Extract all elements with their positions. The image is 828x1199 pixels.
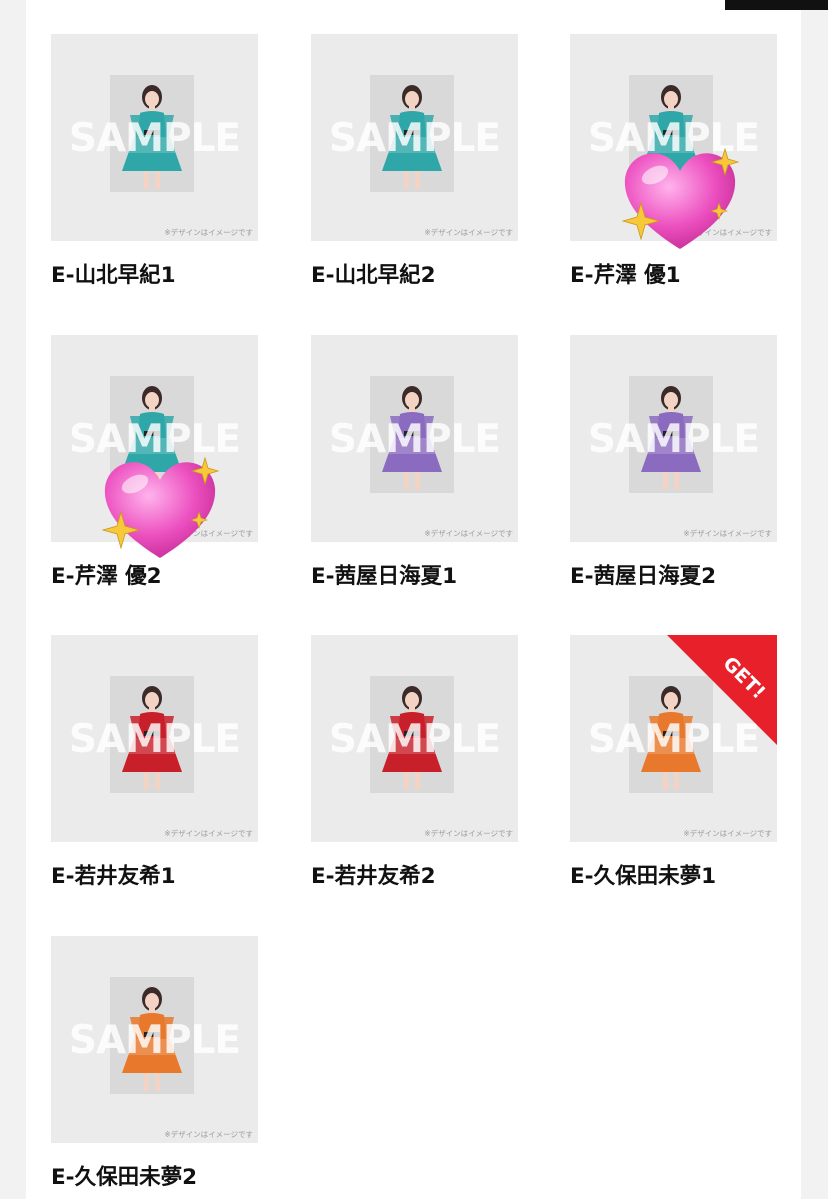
sample-watermark: SAMPLE	[68, 717, 241, 762]
item-label[interactable]: E-山北早紀1	[51, 258, 176, 289]
item-card[interactable]: SAMPLE ※デザインはイメージです GET! E-久保田未夢1	[570, 635, 777, 889]
item-label[interactable]: E-若井友希2	[311, 859, 436, 890]
item-card[interactable]: SAMPLE ※デザインはイメージです E-芹澤 優2	[51, 335, 258, 589]
item-label[interactable]: E-久保田未夢1	[570, 859, 716, 890]
sample-watermark: SAMPLE	[328, 417, 501, 462]
sample-watermark: SAMPLE	[328, 116, 501, 161]
design-note: ※デザインはイメージです	[164, 829, 253, 838]
design-note: ※デザインはイメージです	[164, 1130, 253, 1139]
design-note: ※デザインはイメージです	[424, 529, 513, 538]
get-badge: GET!	[667, 635, 777, 745]
item-label[interactable]: E-若井友希1	[51, 859, 176, 890]
top-bar-tab[interactable]	[725, 0, 828, 10]
item-label[interactable]: E-山北早紀2	[311, 258, 436, 289]
design-note: ※デザインはイメージです	[683, 529, 772, 538]
design-note: ※デザインはイメージです	[424, 228, 513, 237]
design-note: ※デザインはイメージです	[424, 829, 513, 838]
item-label[interactable]: E-茜屋日海夏1	[311, 559, 457, 590]
item-thumbnail[interactable]: SAMPLE ※デザインはイメージです	[311, 335, 518, 542]
item-card[interactable]: SAMPLE ※デザインはイメージです E-若井友希1	[51, 635, 258, 889]
item-thumbnail[interactable]: SAMPLE ※デザインはイメージです	[51, 34, 258, 241]
item-card[interactable]: SAMPLE ※デザインはイメージです E-山北早紀2	[311, 34, 518, 288]
item-thumbnail[interactable]: SAMPLE ※デザインはイメージです GET!	[570, 635, 777, 842]
design-note: ※デザインはイメージです	[164, 228, 253, 237]
sample-watermark: SAMPLE	[68, 116, 241, 161]
item-label[interactable]: E-芹澤 優1	[570, 258, 681, 289]
sample-watermark: SAMPLE	[328, 717, 501, 762]
heart-sparkle-icon	[621, 147, 740, 249]
item-label[interactable]: E-茜屋日海夏2	[570, 559, 716, 590]
item-card[interactable]: SAMPLE ※デザインはイメージです E-久保田未夢2	[51, 936, 258, 1190]
heart-sparkle-icon	[101, 456, 220, 558]
item-card[interactable]: SAMPLE ※デザインはイメージです E-芹澤 優1	[570, 34, 777, 288]
item-thumbnail[interactable]: SAMPLE ※デザインはイメージです	[51, 635, 258, 842]
item-card[interactable]: SAMPLE ※デザインはイメージです E-茜屋日海夏1	[311, 335, 518, 589]
item-card[interactable]: SAMPLE ※デザインはイメージです E-若井友希2	[311, 635, 518, 889]
design-note: ※デザインはイメージです	[683, 829, 772, 838]
item-thumbnail[interactable]: SAMPLE ※デザインはイメージです	[311, 635, 518, 842]
item-thumbnail[interactable]: SAMPLE ※デザインはイメージです	[311, 34, 518, 241]
item-thumbnail[interactable]: SAMPLE ※デザインはイメージです	[570, 335, 777, 542]
item-thumbnail[interactable]: SAMPLE ※デザインはイメージです	[51, 936, 258, 1143]
item-card[interactable]: SAMPLE ※デザインはイメージです E-茜屋日海夏2	[570, 335, 777, 589]
sample-watermark: SAMPLE	[587, 417, 760, 462]
item-label[interactable]: E-久保田未夢2	[51, 1160, 197, 1191]
item-card[interactable]: SAMPLE ※デザインはイメージです E-山北早紀1	[51, 34, 258, 288]
sample-watermark: SAMPLE	[68, 1018, 241, 1063]
